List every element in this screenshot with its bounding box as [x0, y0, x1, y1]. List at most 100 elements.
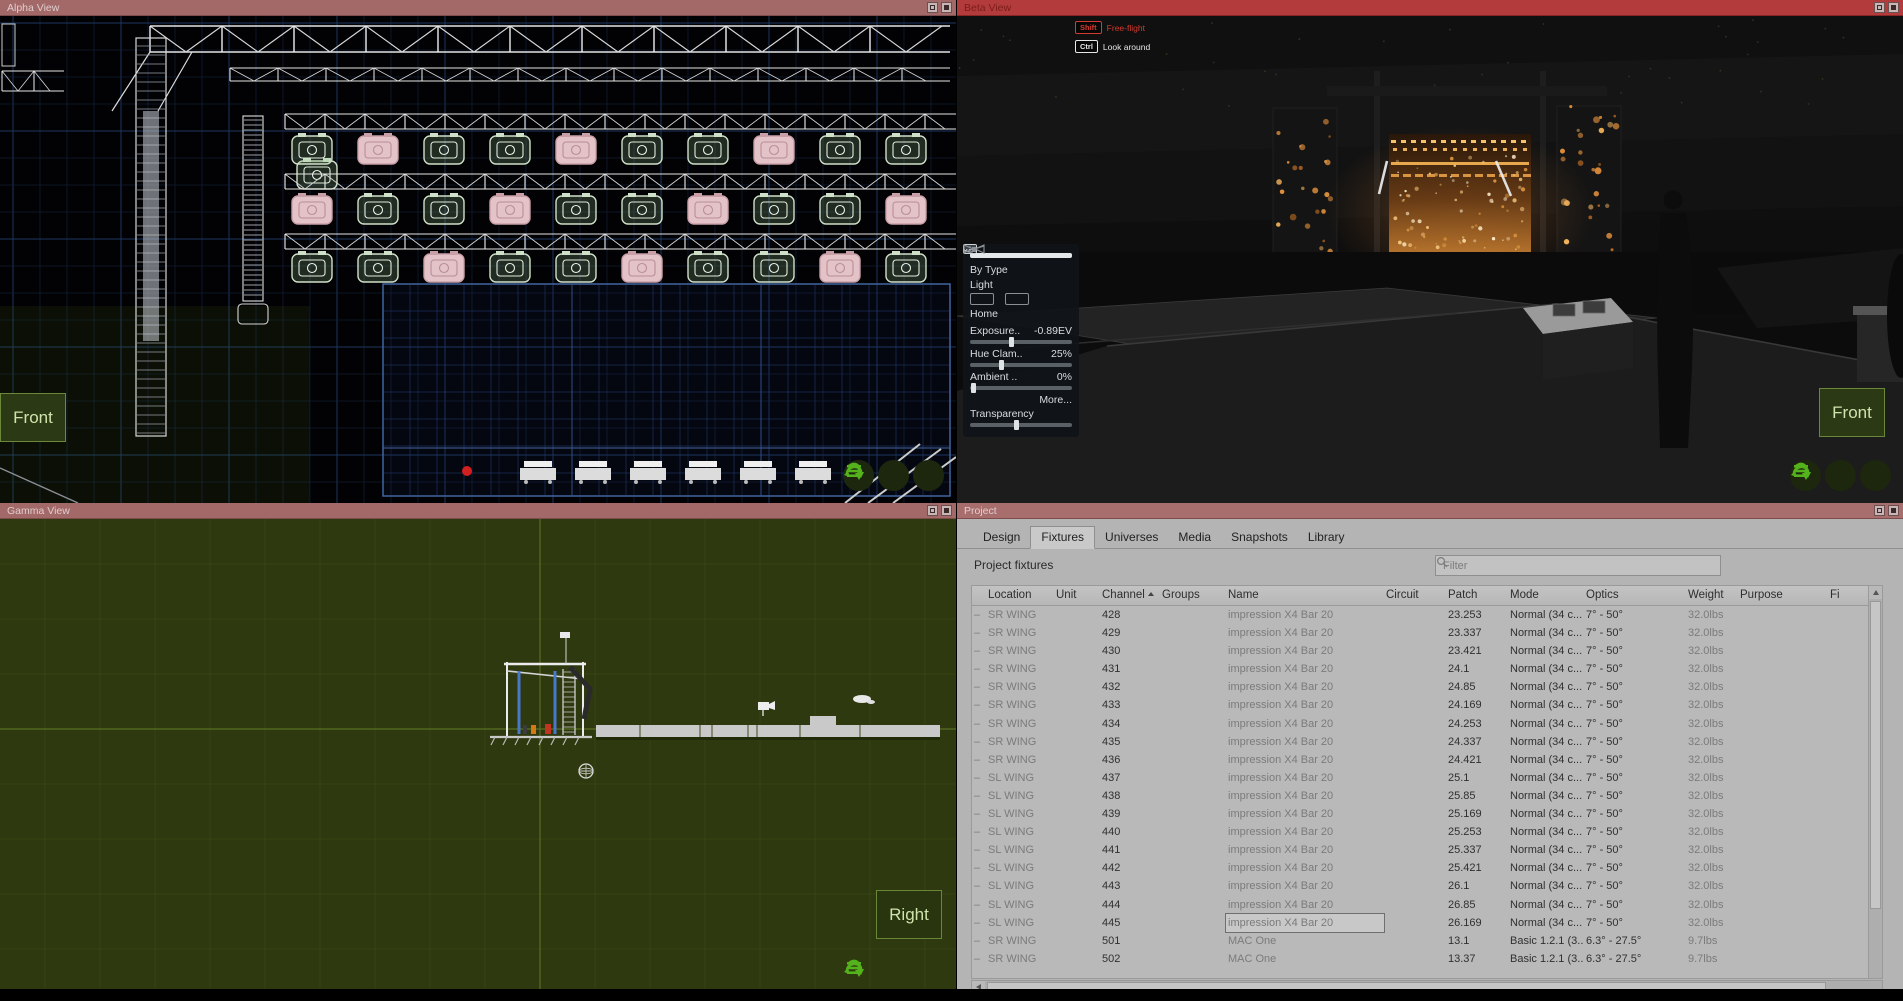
table-row[interactable]: –SR WING434impression X4 Bar 2024.253Nor… — [972, 715, 1882, 733]
slider-thumb[interactable] — [999, 360, 1004, 370]
table-row[interactable]: –SR WING430impression X4 Bar 2023.421Nor… — [972, 642, 1882, 660]
tab-fixtures[interactable]: Fixtures — [1030, 526, 1095, 549]
transparency-slider-thumb[interactable] — [1014, 420, 1019, 430]
column-header-optics[interactable]: Optics — [1584, 586, 1686, 605]
expander-icon[interactable]: – — [972, 950, 986, 968]
expander-icon[interactable]: – — [972, 678, 986, 696]
tab-library[interactable]: Library — [1298, 527, 1355, 548]
expander-icon[interactable]: – — [972, 787, 986, 805]
column-header-circuit[interactable]: Circuit — [1384, 586, 1446, 605]
vertical-scroll-thumb[interactable] — [1870, 601, 1881, 909]
slider-thumb[interactable] — [1009, 337, 1014, 347]
horizontal-scrollbar[interactable] — [971, 980, 1883, 989]
table-row[interactable]: –SL WING444impression X4 Bar 2026.85Norm… — [972, 896, 1882, 914]
table-row[interactable]: –SR WING502MAC One13.37Basic 1.2.1 (3...… — [972, 950, 1882, 968]
table-row[interactable]: –SR WING432impression X4 Bar 2024.85Norm… — [972, 678, 1882, 696]
table-row[interactable]: –SR WING435impression X4 Bar 2024.337Nor… — [972, 733, 1882, 751]
tab-design[interactable]: Design — [973, 527, 1030, 548]
column-header-unit[interactable]: Unit — [1054, 586, 1100, 605]
expander-icon[interactable]: – — [972, 932, 986, 950]
expander-icon[interactable]: – — [972, 841, 986, 859]
column-header-weight[interactable]: Weight — [1686, 586, 1738, 605]
slider-track[interactable] — [970, 340, 1072, 344]
beta-maximize-button[interactable] — [1888, 2, 1899, 13]
expander-icon[interactable]: – — [972, 859, 986, 877]
table-row[interactable]: –SR WING433impression X4 Bar 2024.169Nor… — [972, 696, 1882, 714]
horizontal-scroll-thumb[interactable] — [987, 982, 1826, 989]
column-header-name[interactable]: Name — [1226, 586, 1384, 605]
table-row[interactable]: –SL WING441impression X4 Bar 2025.337Nor… — [972, 841, 1882, 859]
gamma-titlebar[interactable]: Gamma View — [0, 503, 956, 519]
table-row[interactable]: –SL WING442impression X4 Bar 2025.421Nor… — [972, 859, 1882, 877]
table-row[interactable]: –SL WING440impression X4 Bar 2025.253Nor… — [972, 823, 1882, 841]
table-row[interactable]: –SR WING431impression X4 Bar 2024.1Norma… — [972, 660, 1882, 678]
expander-icon[interactable]: – — [972, 696, 986, 714]
tab-snapshots[interactable]: Snapshots — [1221, 527, 1298, 548]
slider-track[interactable] — [970, 386, 1072, 390]
light-lens-button[interactable] — [1005, 293, 1029, 305]
table-row[interactable]: –SR WING501MAC One13.1Basic 1.2.1 (3...6… — [972, 932, 1882, 950]
more-link[interactable]: More... — [970, 394, 1072, 406]
table-row[interactable]: –SL WING439impression X4 Bar 2025.169Nor… — [972, 805, 1882, 823]
scroll-left-button[interactable] — [972, 981, 985, 989]
table-row[interactable]: –SR WING436impression X4 Bar 2024.421Nor… — [972, 751, 1882, 769]
column-header-patch[interactable]: Patch — [1446, 586, 1508, 605]
expander-icon[interactable]: – — [972, 769, 986, 787]
light-beams-button[interactable] — [970, 293, 994, 305]
tab-media[interactable]: Media — [1168, 527, 1221, 548]
scroll-up-button[interactable] — [1869, 586, 1882, 599]
expander-icon[interactable]: – — [972, 914, 986, 932]
beta-pan-button[interactable] — [1825, 460, 1856, 491]
expander-icon[interactable]: – — [972, 877, 986, 895]
project-maximize-button[interactable] — [1888, 505, 1899, 516]
slider-thumb[interactable] — [971, 383, 976, 393]
slider-track[interactable] — [970, 363, 1072, 367]
expander-icon[interactable]: – — [972, 823, 986, 841]
alpha-menu-button[interactable] — [913, 460, 944, 491]
alpha-float-button[interactable] — [927, 2, 938, 13]
beta-titlebar[interactable]: Beta View — [957, 0, 1903, 16]
vertical-scrollbar[interactable] — [1868, 586, 1882, 978]
column-header-channel[interactable]: Channel — [1100, 586, 1160, 605]
column-header-purpose[interactable]: Purpose — [1738, 586, 1828, 605]
column-header-location[interactable]: Location — [986, 586, 1054, 605]
table-row[interactable]: –SL WING438impression X4 Bar 2025.85Norm… — [972, 787, 1882, 805]
alpha-viewport[interactable]: Front — [0, 16, 956, 503]
gamma-pan-button[interactable] — [878, 957, 909, 988]
beta-viewport[interactable]: ShiftFree-flightCtrlLook around By Type — [957, 16, 1903, 503]
alpha-pan-button[interactable] — [878, 460, 909, 491]
column-header-groups[interactable]: Groups — [1160, 586, 1226, 605]
alpha-maximize-button[interactable] — [941, 2, 952, 13]
beta-float-button[interactable] — [1874, 2, 1885, 13]
gamma-viewport[interactable]: Right — [0, 519, 956, 989]
expander-icon[interactable]: – — [972, 624, 986, 642]
expander-icon[interactable]: – — [972, 642, 986, 660]
expander-icon[interactable]: – — [972, 606, 986, 624]
filter-input[interactable] — [1441, 559, 1715, 573]
project-float-button[interactable] — [1874, 505, 1885, 516]
expander-icon[interactable]: – — [972, 896, 986, 914]
project-titlebar[interactable]: Project — [957, 503, 1903, 519]
visibility-slider[interactable] — [970, 253, 1072, 258]
expander-icon[interactable]: – — [972, 805, 986, 823]
by-type-row[interactable]: By Type — [970, 264, 1072, 276]
table-row[interactable]: –SL WING445impression X4 Bar 2026.169Nor… — [972, 914, 1882, 932]
table-row[interactable]: –SR WING429impression X4 Bar 2023.337Nor… — [972, 624, 1882, 642]
tab-universes[interactable]: Universes — [1095, 527, 1168, 548]
bowtie-icon[interactable] — [963, 244, 985, 254]
gamma-maximize-button[interactable] — [941, 505, 952, 516]
beta-menu-button[interactable] — [1860, 460, 1891, 491]
column-header-fi[interactable]: Fi — [1828, 586, 1870, 605]
gamma-menu-button[interactable] — [913, 957, 944, 988]
table-row[interactable]: –SL WING437impression X4 Bar 2025.1Norma… — [972, 769, 1882, 787]
table-row[interactable]: –SL WING443impression X4 Bar 2026.1Norma… — [972, 877, 1882, 895]
gamma-float-button[interactable] — [927, 505, 938, 516]
expander-icon[interactable]: – — [972, 715, 986, 733]
expander-icon[interactable]: – — [972, 660, 986, 678]
column-header-mode[interactable]: Mode — [1508, 586, 1584, 605]
expander-icon[interactable]: – — [972, 733, 986, 751]
alpha-titlebar[interactable]: Alpha View — [0, 0, 956, 16]
expander-icon[interactable]: – — [972, 751, 986, 769]
table-row[interactable]: –SR WING428impression X4 Bar 2023.253Nor… — [972, 606, 1882, 624]
transparency-slider[interactable] — [970, 423, 1072, 427]
